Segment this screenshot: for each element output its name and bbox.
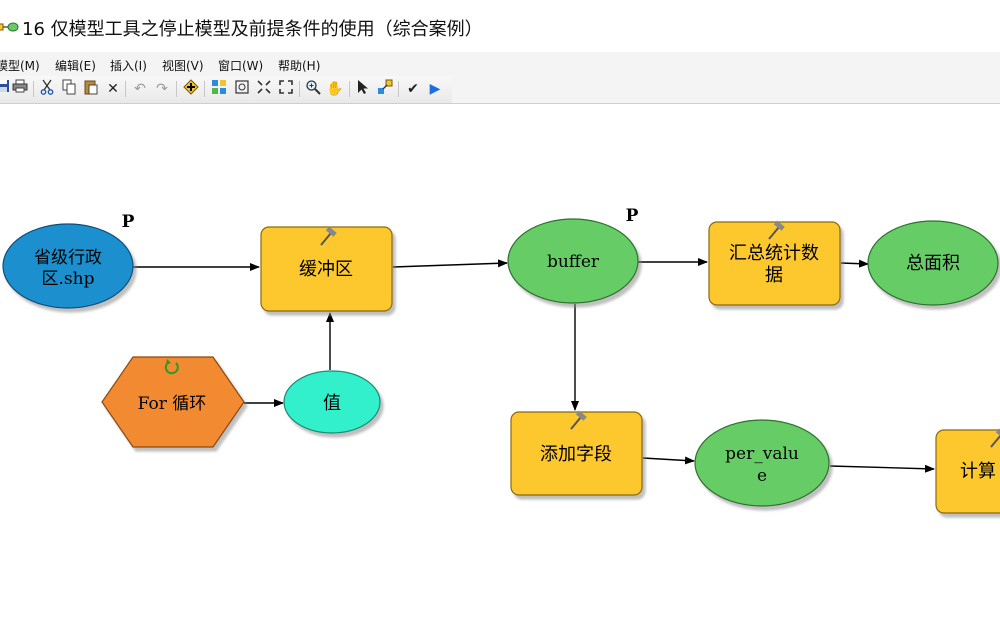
node-value-label: 值 — [323, 393, 341, 414]
print-icon[interactable] — [11, 79, 29, 99]
run-icon[interactable]: ▶ — [426, 79, 444, 99]
validate-icon[interactable]: ✔ — [404, 79, 422, 99]
auto-layout-icon[interactable] — [210, 79, 228, 99]
select-icon[interactable] — [354, 79, 372, 99]
title-bar: 16 仅模型工具之停止模型及前提条件的使用（综合案例） — [0, 0, 1000, 52]
toolbar-separator — [398, 81, 399, 97]
node-total-area-label: 总面积 — [906, 253, 960, 274]
node-calc-tool[interactable]: 计算 — [935, 428, 1000, 514]
zoom-full-icon[interactable] — [277, 79, 295, 99]
zoom-in-fixed-icon[interactable] — [255, 79, 273, 99]
node-summary-tool[interactable]: 汇总统计数据 — [708, 220, 841, 306]
connector-summary-to-total[interactable] — [840, 259, 869, 268]
toolbar-separator — [125, 81, 126, 97]
menu-edit[interactable]: 编辑(E) — [55, 57, 96, 74]
delete-icon[interactable]: ✕ — [104, 79, 122, 99]
model-canvas[interactable]: 省级行政区.shp P 缓冲区 buffer P 汇总统计数据 总面积 For … — [0, 104, 1000, 624]
pan-icon[interactable]: ✋ — [326, 79, 344, 99]
node-buffer-output[interactable]: buffer — [507, 218, 639, 304]
toolbar-separator — [33, 81, 34, 97]
menu-bar: 模型(M) 编辑(E) 插入(I) 视图(V) 窗口(W) 帮助(H) — [0, 52, 1000, 76]
menu-window[interactable]: 窗口(W) — [218, 57, 263, 74]
node-total-area[interactable]: 总面积 — [867, 220, 999, 306]
connector-addfield-to-pervalue[interactable] — [642, 456, 695, 465]
node-input-shp-label: 省级行政区.shp — [34, 248, 102, 289]
connector-pervalue-to-calc[interactable] — [829, 464, 935, 473]
menu-help[interactable]: 帮助(H) — [278, 57, 320, 74]
zoom-tool-icon[interactable] — [304, 79, 322, 99]
toolbar: ✕ ↶ ↷ ✋ ✔ ▶ — [0, 76, 1000, 104]
param-marker: P — [122, 212, 135, 232]
add-data-icon[interactable] — [182, 79, 200, 99]
node-for-loop[interactable]: For 循环 — [101, 356, 245, 448]
connector-buffer-tool-to-output[interactable] — [392, 259, 508, 268]
node-buffer-tool-label: 缓冲区 — [299, 259, 353, 280]
node-calc-tool-label: 计算 — [960, 461, 996, 482]
menu-model[interactable]: 模型(M) — [0, 57, 40, 74]
node-input-shp[interactable]: 省级行政区.shp — [2, 223, 134, 309]
node-for-loop-label: For 循环 — [138, 394, 207, 414]
toolbar-separator — [299, 81, 300, 97]
cut-icon[interactable] — [38, 79, 56, 99]
node-add-field-tool[interactable]: 添加字段 — [510, 410, 643, 496]
node-add-field-tool-label: 添加字段 — [540, 444, 612, 465]
modelbuilder-icon — [0, 22, 19, 32]
standard-toolbar: ✕ ↶ ↷ ✋ ✔ ▶ — [0, 76, 452, 103]
paste-icon[interactable] — [82, 79, 100, 99]
undo-icon[interactable]: ↶ — [131, 79, 149, 99]
window-title: 16 仅模型工具之停止模型及前提条件的使用（综合案例） — [22, 19, 483, 40]
node-per-value[interactable]: per_valu e — [694, 419, 830, 507]
node-buffer-output-label: buffer — [547, 252, 600, 272]
toolbar-separator — [176, 81, 177, 97]
full-extent-icon[interactable] — [233, 79, 251, 99]
redo-icon[interactable]: ↷ — [153, 79, 171, 99]
toolbar-separator — [204, 81, 205, 97]
param-marker: P — [626, 206, 639, 226]
menu-view[interactable]: 视图(V) — [162, 57, 204, 74]
menu-insert[interactable]: 插入(I) — [110, 57, 147, 74]
model-diagram: 省级行政区.shp P 缓冲区 buffer P 汇总统计数据 总面积 For … — [2, 206, 1000, 514]
node-value[interactable]: 值 — [283, 370, 381, 434]
node-buffer-tool[interactable]: 缓冲区 — [260, 226, 393, 312]
copy-icon[interactable] — [60, 79, 78, 99]
connect-icon[interactable] — [376, 79, 394, 99]
toolbar-separator — [349, 81, 350, 97]
